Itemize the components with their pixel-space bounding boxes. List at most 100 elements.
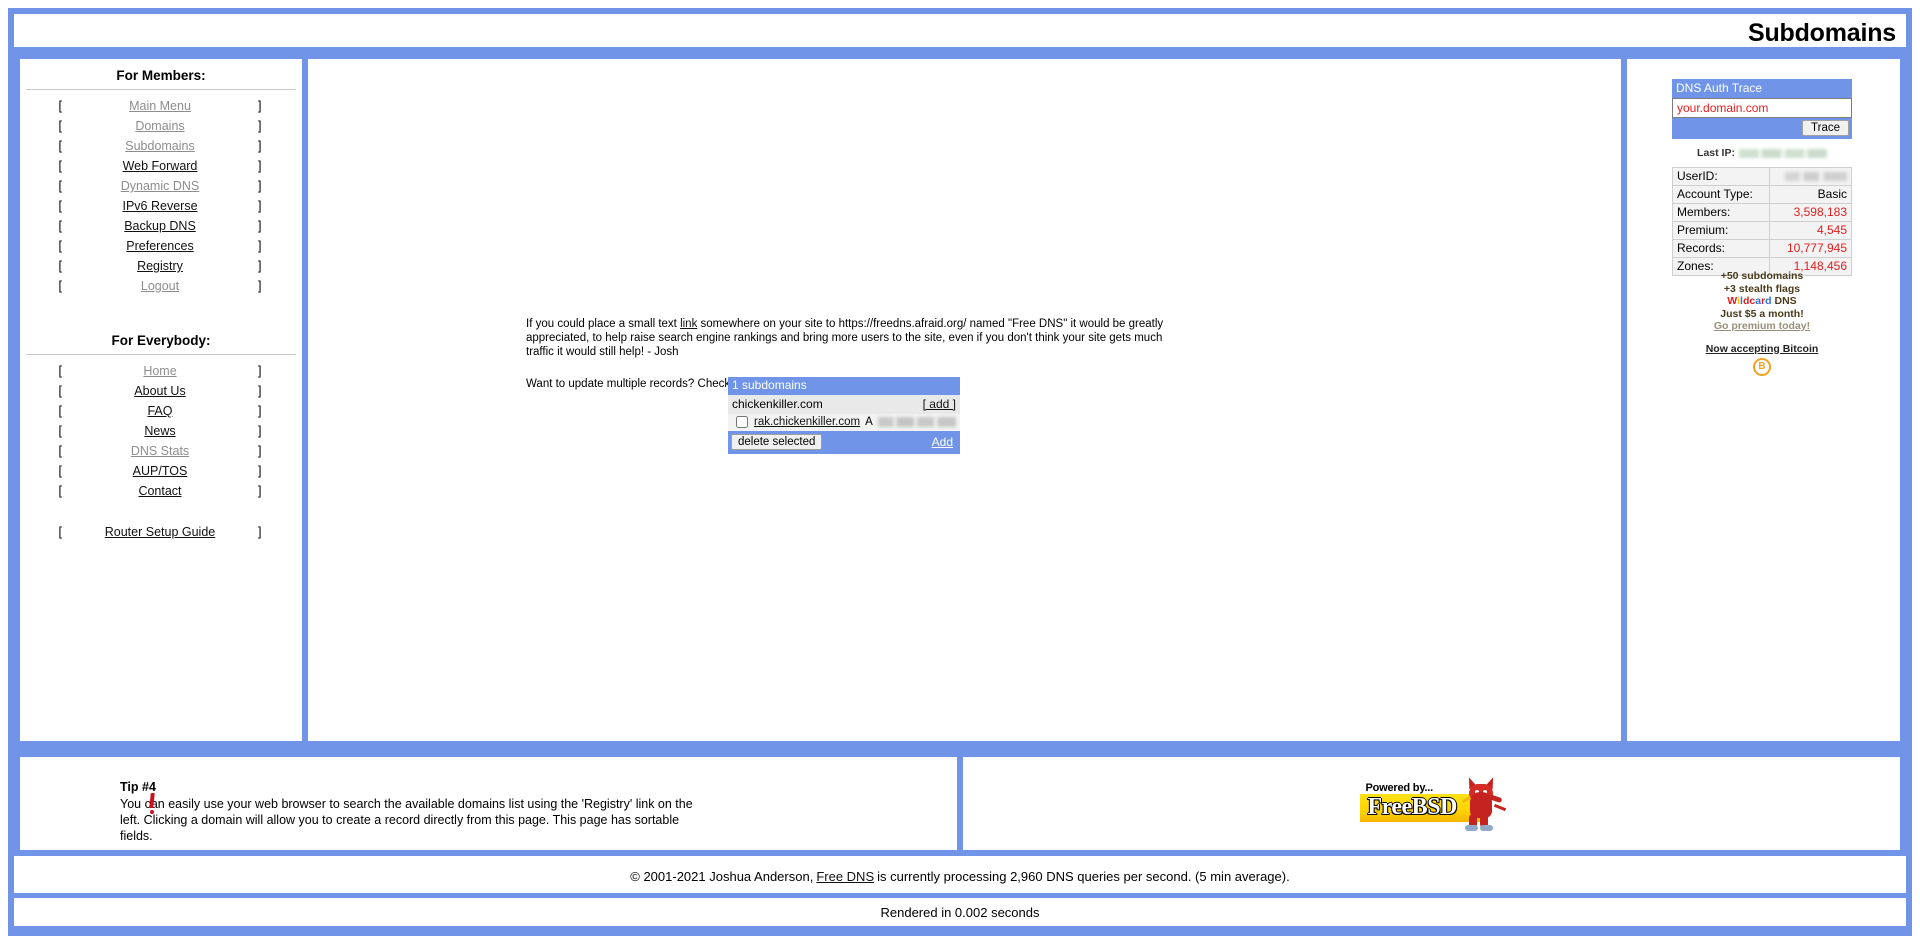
delete-selected-button[interactable]: delete selected (731, 434, 823, 450)
trace-domain-input[interactable] (1672, 98, 1852, 118)
sidebar-item-web-forward[interactable]: Web Forward (62, 159, 258, 173)
subdomains-table-footer: delete selected Add (728, 431, 960, 454)
sidebar-item-preferences[interactable]: Preferences (62, 239, 258, 253)
sidebar-row: [Logout] (20, 276, 302, 296)
sidebar-item-dynamic-dns[interactable]: Dynamic DNS (62, 179, 258, 193)
sidebar-item-backup-dns[interactable]: Backup DNS (62, 219, 258, 233)
sidebar-row: [Backup DNS] (20, 216, 302, 236)
bracket-left: [ (58, 99, 62, 113)
stats-key: Account Type: (1671, 185, 1771, 204)
sidebar-item-dns-stats[interactable]: DNS Stats (62, 444, 258, 458)
bracket-right: ] (258, 119, 262, 133)
bracket-left: [ (58, 404, 62, 418)
sidebar-row: [Domains] (20, 116, 302, 136)
last-ip-row: Last IP: (1672, 147, 1852, 159)
sidebar-row: [DNS Stats] (20, 441, 302, 461)
sidebar-row: [Main Menu] (20, 96, 302, 116)
bitcoin-icon: B (1753, 358, 1771, 376)
stats-value: Basic (1769, 185, 1852, 204)
bracket-left: [ (58, 199, 62, 213)
sidebar-everybody-list: [Home][About Us][FAQ][News][DNS Stats][A… (20, 358, 302, 501)
sidebar-row: [IPv6 Reverse] (20, 196, 302, 216)
dns-auth-trace-heading: DNS Auth Trace (1672, 79, 1852, 98)
sidebar-row: [Router Setup Guide] (20, 522, 302, 542)
bracket-right: ] (258, 444, 262, 458)
freebsd-daemon-icon (1456, 775, 1508, 832)
sidebar-row: [News] (20, 421, 302, 441)
promo-line-2: +3 stealth flags (1723, 282, 1801, 295)
add-record-link[interactable]: Add (932, 435, 956, 449)
subdomains-table-title: 1 subdomains (728, 377, 960, 395)
stats-value: 3,598,183 (1769, 203, 1852, 222)
domain-group-row: chickenkiller.com [ add ] (728, 395, 960, 414)
sidebar-router-list: [Router Setup Guide] (20, 519, 302, 542)
sidebar-row: [Web Forward] (20, 156, 302, 176)
sidebar-members-list: [Main Menu][Domains][Subdomains][Web For… (20, 93, 302, 296)
sidebar-row: [Registry] (20, 256, 302, 276)
sidebar-item-logout[interactable]: Logout (62, 279, 258, 293)
tip-text: You can easily use your web browser to s… (120, 797, 693, 843)
stats-row: Members: 3,598,183 (1671, 203, 1852, 222)
sidebar-item-news[interactable]: News (62, 424, 258, 438)
footer-divider-bottom (14, 926, 1906, 930)
bracket-left: [ (58, 239, 62, 253)
blurb-link[interactable]: link (680, 318, 697, 330)
bracket-right: ] (258, 99, 262, 113)
sidebar-item-about-us[interactable]: About Us (62, 384, 258, 398)
bracket-left: [ (58, 384, 62, 398)
sidebar-row: [AUP/TOS] (20, 461, 302, 481)
bracket-right: ] (258, 404, 262, 418)
bracket-right: ] (258, 199, 262, 213)
wildcard-word: Wildcard (1727, 295, 1771, 307)
stats-key: Records: (1671, 239, 1771, 258)
subdomains-table: 1 subdomains chickenkiller.com [ add ] r… (728, 377, 960, 454)
bracket-right: ] (258, 364, 262, 378)
sidebar-row: [Preferences] (20, 236, 302, 256)
sidebar-item-ipv6-reverse[interactable]: IPv6 Reverse (62, 199, 258, 213)
stats-value (1769, 167, 1852, 186)
domain-add-link[interactable]: [ add ] (923, 397, 956, 411)
wildcard-letter: W (1727, 295, 1738, 307)
page-root: Subdomains For Members: [Main Menu][Doma… (0, 0, 1920, 944)
free-dns-link[interactable]: Free DNS (816, 869, 874, 884)
dns-auth-trace-widget: DNS Auth Trace Trace (1672, 79, 1852, 139)
bracket-left: [ (58, 279, 62, 293)
sidebar-item-router-setup-guide[interactable]: Router Setup Guide (62, 525, 258, 539)
bracket-right: ] (258, 259, 262, 273)
sidebar-divider-1 (26, 89, 296, 90)
stats-value-redacted (1785, 172, 1847, 182)
sidebar-item-faq[interactable]: FAQ (62, 404, 258, 418)
record-checkbox[interactable] (736, 416, 748, 428)
trace-button[interactable]: Trace (1802, 120, 1849, 136)
sidebar-row: [Dynamic DNS] (20, 176, 302, 196)
go-premium-link[interactable]: Go premium today! (1672, 321, 1852, 332)
stats-key: UserID: (1671, 167, 1771, 186)
stats-row: Records: 10,777,945 (1671, 239, 1852, 258)
record-rows: rak.chickenkiller.com A (728, 414, 960, 431)
sidebar-item-aup-tos[interactable]: AUP/TOS (62, 464, 258, 478)
bitcoin-link[interactable]: Now accepting Bitcoin (1672, 343, 1852, 355)
bracket-right: ] (258, 219, 262, 233)
account-stats-table: UserID: Account Type: Basic Members: 3,598,1… (1671, 167, 1852, 276)
record-hostname-link[interactable]: rak.chickenkiller.com (754, 416, 860, 428)
tip-box: Tip #4 You can easily use your web brows… (20, 757, 957, 850)
sidebar-item-domains[interactable]: Domains (62, 119, 258, 133)
wildcard-suffix: DNS (1771, 295, 1797, 307)
sidebar-item-contact[interactable]: Contact (62, 484, 258, 498)
sidebar-item-main-menu[interactable]: Main Menu (62, 99, 258, 113)
bracket-left: [ (58, 219, 62, 233)
sidebar-item-home[interactable]: Home (62, 364, 258, 378)
tip-band: Tip #4 You can easily use your web brows… (14, 751, 1906, 856)
stats-row: Account Type: Basic (1671, 185, 1852, 204)
bracket-right: ] (258, 384, 262, 398)
sidebar-everybody-heading: For Everybody: (111, 333, 211, 348)
copyright-text-2: is currently processing 2,960 DNS querie… (877, 869, 1290, 884)
stats-row: UserID: (1671, 167, 1852, 186)
freebsd-box: Powered by... FreeBSD (963, 757, 1900, 850)
bracket-left: [ (58, 259, 62, 273)
bracket-left: [ (58, 444, 62, 458)
sidebar-item-registry[interactable]: Registry (62, 259, 258, 273)
sidebar-item-subdomains[interactable]: Subdomains (62, 139, 258, 153)
